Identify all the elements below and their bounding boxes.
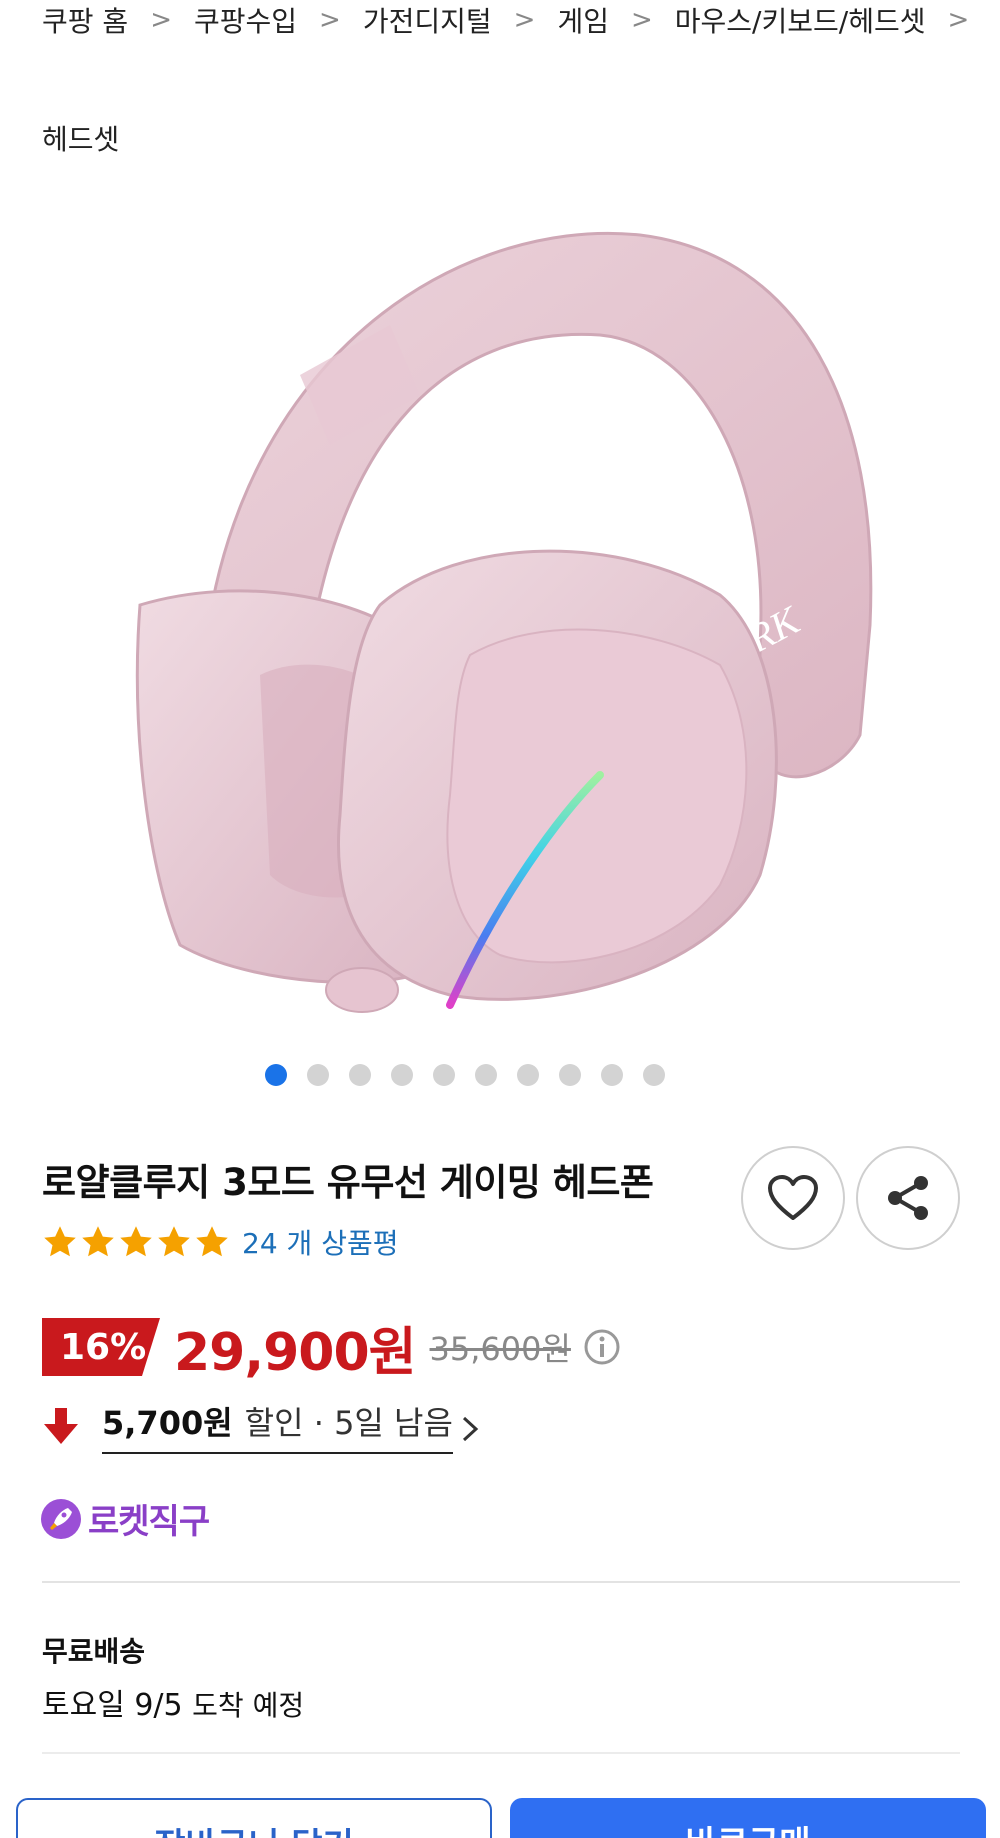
breadcrumb-item-last[interactable]: 헤드셋 — [42, 118, 119, 158]
rocket-icon — [41, 1498, 81, 1539]
star-icon — [82, 1226, 114, 1257]
breadcrumb-item[interactable]: 가전디지털 — [363, 0, 492, 40]
coupon-discount-link[interactable]: 5,700원 할인 · 5일 남음 — [42, 1398, 481, 1454]
add-to-cart-label: 장바구니 담기 — [154, 1818, 354, 1838]
chevron-right-icon: > — [947, 5, 970, 35]
carousel-dot[interactable] — [559, 1064, 581, 1086]
breadcrumb: 쿠팡 홈 > 쿠팡수입 > 가전디지털 > 게임 > 마우스/키보드/헤드셋 > — [42, 0, 1000, 40]
buy-now-button[interactable]: 바로구매 — [510, 1798, 986, 1838]
star-icon — [196, 1226, 228, 1257]
rating-summary[interactable]: 24 개 상품평 — [42, 1222, 398, 1262]
carousel-dot[interactable] — [517, 1064, 539, 1086]
chevron-right-icon: > — [630, 5, 653, 35]
breadcrumb-label: 게임 — [557, 5, 609, 38]
carousel-dot[interactable] — [349, 1064, 371, 1086]
down-arrow-icon — [44, 1408, 78, 1444]
image-carousel-indicator — [0, 1064, 1000, 1086]
carousel-dot[interactable] — [391, 1064, 413, 1086]
share-button[interactable] — [856, 1146, 960, 1250]
breadcrumb-item[interactable]: 마우스/키보드/헤드셋 — [675, 0, 926, 40]
discount-rate: 16% — [60, 1326, 147, 1368]
price-row: 16% 29,900원 35,600원 — [42, 1314, 621, 1383]
share-icon — [888, 1176, 928, 1220]
delivery-date: 토요일 9/5 — [42, 1688, 183, 1723]
delivery-date-suffix: 도착 예정 — [192, 1689, 305, 1722]
carousel-dot[interactable] — [265, 1064, 287, 1086]
breadcrumb-label: 마우스/키보드/헤드셋 — [674, 5, 926, 38]
discount-badge: 16% — [42, 1318, 160, 1376]
star-icon — [44, 1226, 76, 1257]
breadcrumb-item[interactable]: 쿠팡 홈 — [42, 0, 128, 40]
star-rating — [42, 1224, 230, 1260]
review-count-link[interactable]: 24 개 상품평 — [242, 1222, 398, 1262]
coupon-amount: 5,700원 — [102, 1404, 233, 1442]
rocket-direct-badge: 로켓직구 — [40, 1494, 210, 1543]
headphone-illustration: RK — [135, 231, 873, 1013]
product-title: 로얄클루지 3모드 유무선 게이밍 헤드폰 — [42, 1161, 654, 1204]
buy-now-label: 바로구매 — [685, 1816, 810, 1838]
coupon-suffix: 할인 · 5일 남음 — [244, 1404, 453, 1442]
breadcrumb-item[interactable]: 쿠팡수입 — [194, 0, 297, 40]
product-image[interactable]: RK — [0, 175, 1000, 1095]
shipping-title: 무료배송 — [42, 1635, 146, 1668]
breadcrumb-label: 가전디지털 — [362, 5, 492, 38]
coupon-text: 5,700원 할인 · 5일 남음 — [102, 1398, 453, 1454]
carousel-dot[interactable] — [307, 1064, 329, 1086]
carousel-dot[interactable] — [601, 1064, 623, 1086]
breadcrumb-item[interactable]: 게임 — [557, 0, 609, 40]
add-to-cart-button[interactable]: 장바구니 담기 — [16, 1798, 492, 1838]
chevron-right-icon — [462, 1416, 479, 1442]
divider — [42, 1581, 960, 1583]
breadcrumb-label: 쿠팡수입 — [193, 5, 298, 38]
carousel-dot[interactable] — [643, 1064, 665, 1086]
chevron-right-icon: > — [513, 5, 536, 35]
chevron-right-icon: > — [319, 5, 341, 35]
star-icon — [158, 1226, 190, 1257]
wishlist-button[interactable] — [741, 1146, 845, 1250]
carousel-dot[interactable] — [475, 1064, 497, 1086]
chevron-right-icon: > — [150, 5, 172, 35]
rocket-label: 로켓직구 — [88, 1502, 210, 1542]
star-icon — [120, 1226, 152, 1257]
carousel-dot[interactable] — [433, 1064, 455, 1086]
original-price: 35,600원 — [429, 1330, 571, 1368]
sale-price: 29,900원 — [174, 1322, 417, 1383]
info-icon[interactable] — [583, 1328, 621, 1366]
divider — [42, 1752, 960, 1754]
breadcrumb-label: 쿠팡 홈 — [42, 5, 129, 38]
delivery-estimate: 토요일 9/5 도착 예정 — [42, 1680, 304, 1724]
heart-icon — [768, 1175, 818, 1220]
